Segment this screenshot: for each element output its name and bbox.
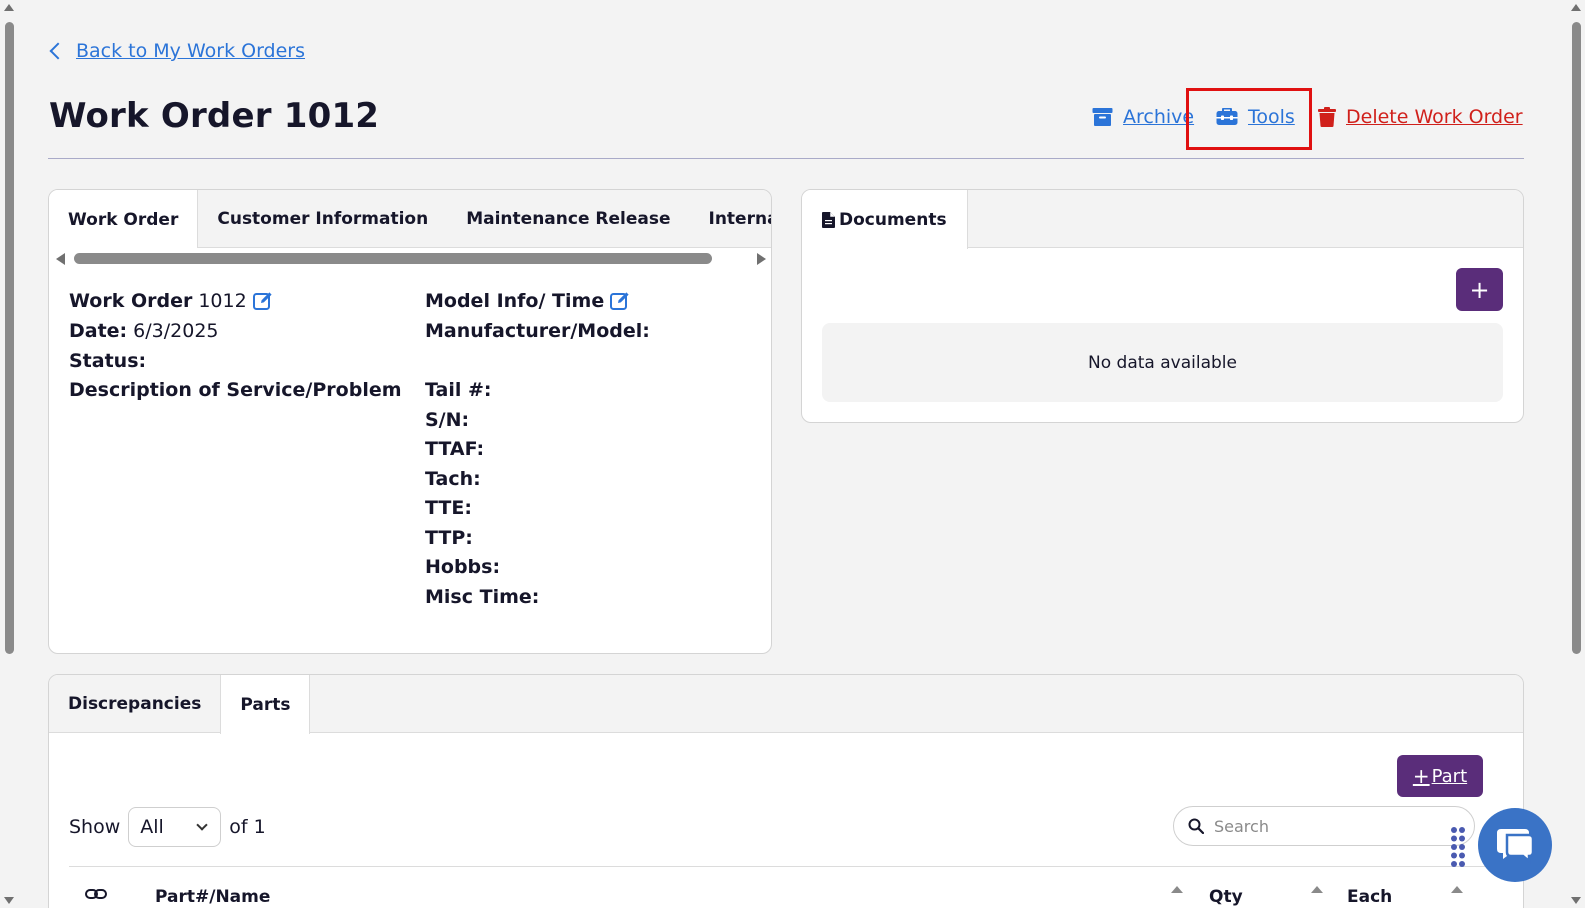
add-part-button[interactable]: + Part: [1397, 755, 1483, 797]
scroll-up-arrow-icon[interactable]: [4, 4, 14, 11]
tab-documents[interactable]: Documents: [802, 190, 968, 249]
ttaf-row: TTAF:: [425, 438, 490, 460]
hobbs-row: Hobbs:: [425, 556, 506, 578]
work-order-number-row: Work Order 1012: [69, 290, 273, 312]
scrollbar-thumb[interactable]: [5, 22, 14, 654]
sort-arrow-icon[interactable]: [1451, 886, 1463, 893]
ttp-label: TTP:: [425, 527, 473, 549]
parts-search-input[interactable]: Search: [1173, 806, 1475, 846]
tte-row: TTE:: [425, 497, 478, 519]
delete-work-order-label: Delete Work Order: [1346, 106, 1523, 128]
column-header-qty[interactable]: Qty: [1209, 887, 1243, 907]
column-header-each[interactable]: Each: [1347, 887, 1392, 907]
documents-empty-state: No data available: [822, 323, 1503, 402]
parts-card: Discrepancies Parts + Part Show All of 1…: [48, 674, 1524, 908]
chevron-left-icon: [49, 42, 67, 60]
sn-label: S/N:: [425, 409, 470, 431]
model-info-label: Model Info/ Time: [425, 290, 605, 312]
date-value: 6/3/2025: [133, 320, 219, 342]
date-label: Date:: [69, 320, 128, 342]
drag-dots-icon[interactable]: [1450, 826, 1466, 868]
work-order-value: 1012: [198, 290, 247, 312]
add-part-label: Part: [1431, 765, 1468, 787]
archive-label: Archive: [1123, 106, 1195, 128]
tail-label: Tail #:: [425, 379, 492, 401]
header-divider: [48, 158, 1524, 159]
back-to-work-orders-link[interactable]: Back to My Work Orders: [48, 40, 305, 62]
scroll-left-arrow-icon[interactable]: [56, 253, 65, 265]
misc-time-row: Misc Time:: [425, 586, 545, 608]
status-row: Status:: [69, 350, 152, 372]
ttp-row: TTP:: [425, 527, 479, 549]
trash-icon: [1318, 107, 1336, 127]
description-row: Description of Service/Problem: [69, 379, 408, 401]
page-size-select[interactable]: All: [128, 807, 222, 847]
work-order-label: Work Order: [69, 290, 193, 312]
description-label: Description of Service/Problem: [69, 379, 402, 401]
documents-card: Documents + No data available: [801, 189, 1524, 423]
document-icon: [822, 211, 835, 228]
page-scrollbar-right[interactable]: [1567, 0, 1585, 908]
scrollbar-thumb[interactable]: [1572, 22, 1581, 654]
tabs-horizontal-scrollbar[interactable]: [50, 248, 771, 270]
tab-customer-information[interactable]: Customer Information: [198, 190, 447, 248]
plus-icon: +: [1412, 764, 1430, 788]
scroll-right-arrow-icon[interactable]: [757, 253, 766, 265]
tach-row: Tach:: [425, 468, 487, 490]
scroll-down-arrow-icon[interactable]: [4, 897, 14, 904]
tools-highlight-box: [1186, 88, 1312, 150]
sort-arrow-icon[interactable]: [1171, 886, 1183, 893]
tab-discrepancies[interactable]: Discrepancies: [49, 675, 220, 733]
documents-tabbar: Documents: [802, 190, 1523, 249]
search-placeholder: Search: [1214, 816, 1269, 836]
hobbs-label: Hobbs:: [425, 556, 501, 578]
parts-tabbar: Discrepancies Parts: [49, 675, 1523, 734]
tab-maintenance-release[interactable]: Maintenance Release: [447, 190, 689, 248]
archive-box-icon: [1092, 108, 1113, 126]
ttaf-label: TTAF:: [425, 438, 485, 460]
link-icon: [85, 889, 107, 899]
chat-widget-button[interactable]: [1478, 808, 1552, 882]
tab-parts[interactable]: Parts: [220, 675, 311, 734]
tab-internal-notes[interactable]: Internal Not: [690, 190, 772, 248]
search-icon: [1188, 818, 1204, 834]
back-link-label: Back to My Work Orders: [76, 40, 306, 62]
work-order-card: Work Order Customer Information Maintena…: [48, 189, 772, 654]
chevron-down-icon: [196, 819, 208, 831]
column-header-part-name[interactable]: Part#/Name: [155, 887, 270, 907]
archive-button[interactable]: Archive: [1092, 106, 1194, 128]
edit-pencil-icon[interactable]: [252, 291, 273, 311]
tach-label: Tach:: [425, 468, 481, 490]
page-size-value: All: [140, 816, 164, 838]
tte-label: TTE:: [425, 497, 472, 519]
model-info-row: Model Info/ Time: [425, 290, 630, 312]
sn-row: S/N:: [425, 409, 475, 431]
date-row: Date: 6/3/2025: [69, 320, 219, 342]
scroll-down-arrow-icon[interactable]: [1571, 897, 1581, 904]
manufacturer-label: Manufacturer/Model:: [425, 320, 650, 342]
sort-arrow-icon[interactable]: [1311, 886, 1323, 893]
delete-work-order-button[interactable]: Delete Work Order: [1318, 106, 1523, 128]
edit-pencil-icon[interactable]: [610, 291, 630, 311]
documents-tab-label: Documents: [839, 209, 947, 230]
add-document-button[interactable]: +: [1456, 268, 1503, 311]
page-scrollbar-left[interactable]: [0, 0, 18, 908]
tab-work-order[interactable]: Work Order: [49, 190, 199, 249]
table-header-divider: [69, 866, 1503, 867]
scroll-up-arrow-icon[interactable]: [1571, 4, 1581, 11]
status-label: Status:: [69, 350, 147, 372]
page-count-label: of 1: [229, 816, 266, 838]
page-title: Work Order 1012: [49, 96, 380, 136]
manufacturer-row: Manufacturer/Model:: [425, 320, 656, 342]
page-size-control: Show All of 1: [69, 807, 266, 847]
chat-bubble-icon: [1497, 829, 1535, 864]
misc-time-label: Misc Time:: [425, 586, 540, 608]
tail-row: Tail #:: [425, 379, 498, 401]
horizontal-scrollbar-thumb[interactable]: [74, 253, 712, 264]
show-label: Show: [69, 816, 121, 838]
work-order-tabbar: Work Order Customer Information Maintena…: [49, 190, 772, 249]
